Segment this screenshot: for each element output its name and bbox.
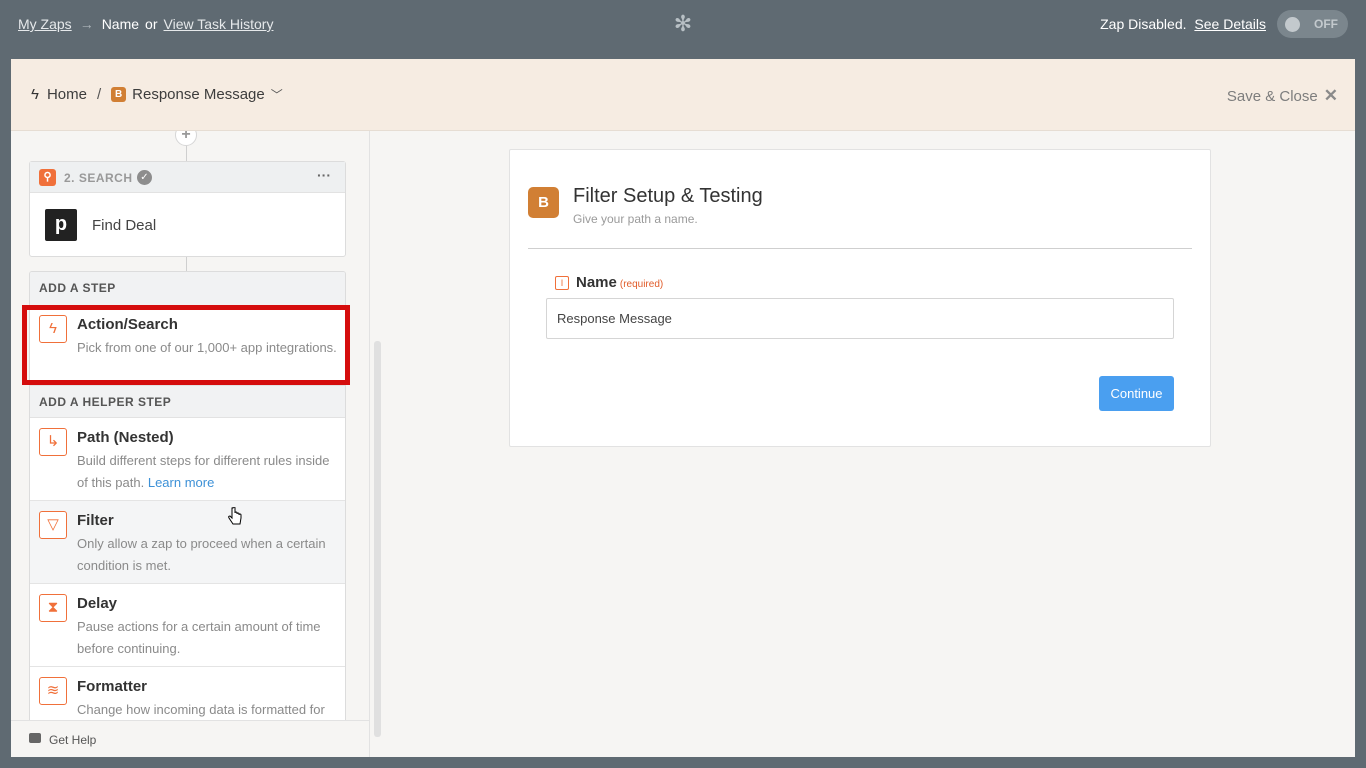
name-field-label: Name (required) [576, 274, 663, 291]
divider [528, 248, 1192, 249]
option-description: Change how incoming data is formatted fo… [77, 702, 325, 717]
steps-sidebar: + ⚲ 2. SEARCH ✓ ··· p Find Deal ADD A ST… [11, 131, 370, 757]
path-icon: ↳ [39, 428, 67, 456]
check-icon: ✓ [137, 170, 152, 185]
option-title: Formatter [77, 678, 148, 695]
continue-button[interactable]: Continue [1099, 376, 1174, 411]
panel-subtitle: Give your path a name. [573, 212, 698, 226]
name-input[interactable]: Response Message [546, 298, 1174, 339]
option-description: Only allow a zap to proceed when a certa… [77, 536, 326, 573]
learn-more-link[interactable]: Learn more [148, 475, 214, 490]
top-breadcrumb: My Zaps → Name or View Task History [18, 16, 273, 32]
hand-cursor-icon [228, 507, 242, 525]
delay-option[interactable]: ⧗ Delay Pause actions for a certain amou… [30, 584, 345, 667]
home-link[interactable]: Home [47, 86, 87, 103]
see-details-link[interactable]: See Details [1194, 16, 1266, 32]
option-title: Delay [77, 595, 118, 612]
search-icon: ⚲ [39, 169, 56, 186]
option-title: Filter [77, 512, 114, 529]
text-field-icon: I [555, 276, 569, 290]
breadcrumb-separator: / [96, 86, 102, 103]
bolt-icon: ϟ [31, 86, 39, 103]
my-zaps-link[interactable]: My Zaps [18, 16, 72, 32]
save-close-label: Save & Close [1226, 87, 1318, 105]
connector-line [186, 257, 187, 271]
toggle-label: OFF [1314, 17, 1338, 31]
get-help-button[interactable]: Get Help [11, 720, 369, 757]
toggle-knob [1285, 17, 1300, 32]
path-option[interactable]: ↳ Path (Nested) Build different steps fo… [30, 418, 345, 501]
step-card-header: ⚲ 2. SEARCH ✓ ··· [30, 162, 345, 193]
field-label-text: Name [576, 274, 617, 291]
editor-header: ϟ Home / B Response Message ﹀ Save & Clo… [11, 59, 1355, 131]
zap-on-off-toggle[interactable]: OFF [1277, 10, 1348, 38]
filter-setup-panel: B Filter Setup & Testing Give your path … [509, 149, 1211, 447]
highlight-box [22, 305, 350, 385]
step-app-name: Find Deal [92, 217, 157, 234]
chat-bubble-icon [29, 733, 41, 743]
hourglass-icon: ⧗ [39, 594, 67, 622]
or-label: or [145, 16, 158, 32]
required-marker: (required) [619, 279, 664, 290]
add-step-heading: ADD A STEP [30, 272, 345, 305]
pipedrive-app-icon: p [45, 209, 77, 241]
zap-status: Zap Disabled. See Details [1100, 16, 1266, 32]
current-page-label: Name [101, 16, 140, 32]
panel-title: Filter Setup & Testing [573, 185, 763, 207]
get-help-label: Get Help [49, 733, 97, 747]
step-name-dropdown[interactable]: Response Message [132, 86, 265, 103]
close-icon: ✕ [1323, 86, 1338, 105]
view-task-history-link[interactable]: View Task History [164, 16, 274, 32]
search-step-card[interactable]: ⚲ 2. SEARCH ✓ ··· p Find Deal [29, 161, 346, 257]
add-step-plus-icon[interactable]: + [175, 131, 197, 146]
sidebar-scrollbar[interactable] [374, 341, 381, 737]
formatter-icon: ≋ [39, 677, 67, 705]
filter-icon: ▽ [39, 511, 67, 539]
editor-breadcrumb: ϟ Home / B Response Message ﹀ [31, 86, 283, 103]
helper-step-heading: ADD A HELPER STEP [30, 385, 345, 418]
chevron-down-icon[interactable]: ﹀ [271, 86, 283, 103]
zapier-logo-icon[interactable]: ✻ [672, 13, 694, 35]
step-badge-large: B [528, 187, 559, 218]
top-bar: My Zaps → Name or View Task History ✻ Za… [0, 0, 1366, 49]
zap-status-text: Zap Disabled. [1100, 16, 1187, 32]
option-description: Build different steps for different rule… [77, 450, 337, 494]
save-close-button[interactable]: Save & Close ✕ [1227, 86, 1338, 106]
option-title: Path (Nested) [77, 429, 174, 446]
step-title: 2. SEARCH [64, 171, 133, 185]
more-options-icon[interactable]: ··· [317, 167, 331, 183]
arrow-icon: → [79, 16, 94, 32]
step-badge: B [111, 87, 127, 102]
editor-frame: ϟ Home / B Response Message ﹀ Save & Clo… [11, 59, 1355, 757]
option-description: Pause actions for a certain amount of ti… [77, 619, 321, 656]
filter-option[interactable]: ▽ Filter Only allow a zap to proceed whe… [30, 501, 345, 584]
